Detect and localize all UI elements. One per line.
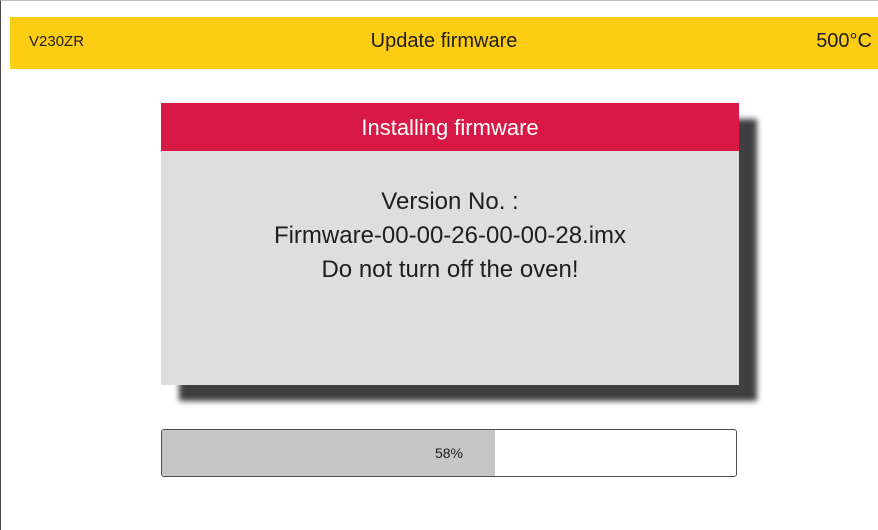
oven-screen: V230ZR Update firmware 500°C Installing … — [0, 0, 878, 530]
install-dialog: Installing firmware Version No. : Firmwa… — [161, 103, 739, 385]
progress-percent: 58% — [434, 445, 464, 461]
version-label: Version No. : — [381, 188, 519, 215]
page-title: Update firmware — [370, 30, 518, 52]
temperature-readout: 500°C — [816, 30, 872, 52]
dialog-title: Installing firmware — [161, 103, 739, 151]
firmware-version: Firmware-00-00-26-00-00-28.imx — [273, 222, 627, 249]
dialog-body: Version No. : Firmware-00-00-26-00-00-28… — [161, 151, 739, 287]
header-bar: V230ZR Update firmware 500°C — [10, 17, 878, 69]
progress-bar: 58% — [161, 429, 737, 477]
warning-message: Do not turn off the oven! — [321, 256, 579, 283]
